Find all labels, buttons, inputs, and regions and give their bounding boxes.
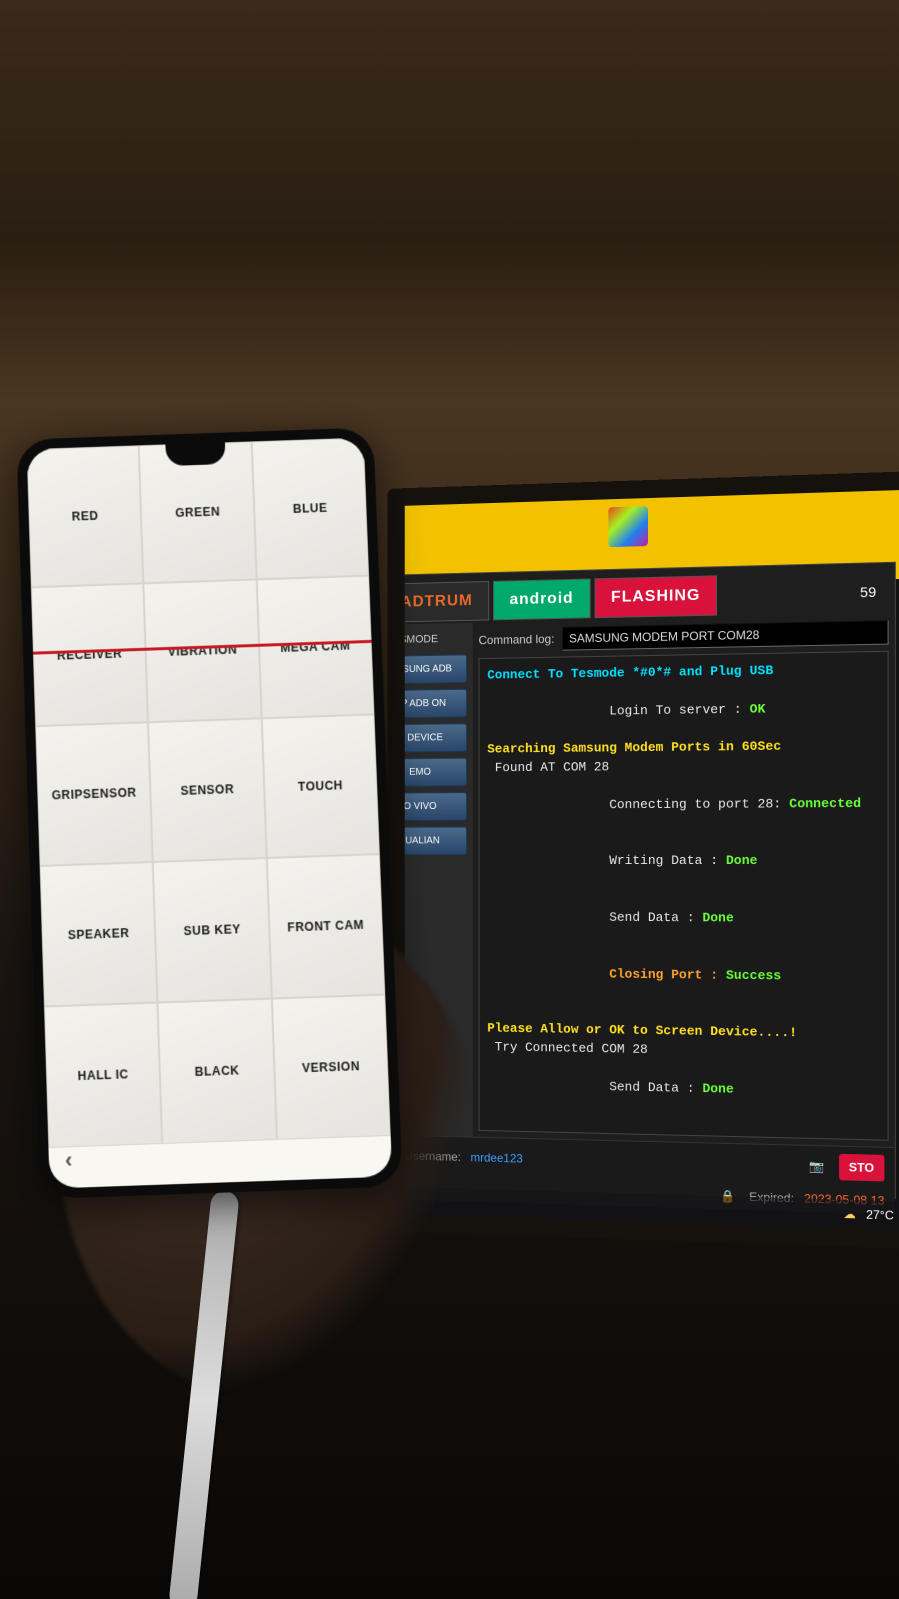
test-gripsensor[interactable]: GRIPSENSOR — [35, 722, 153, 866]
btn-samsung-adb[interactable]: AMSUNG ADB — [405, 654, 467, 684]
btn-to-device[interactable]: O DEVICE — [405, 723, 467, 752]
weather-icon — [843, 1207, 859, 1222]
stop-button[interactable]: STO — [839, 1153, 885, 1181]
command-log-label: Command log: — [479, 632, 555, 647]
command-log-port[interactable] — [562, 620, 888, 651]
btn-frp-adb-on[interactable]: RP ADB ON — [405, 689, 467, 719]
log-line: Send Data : Done — [487, 890, 879, 949]
test-receiver[interactable]: RECEIVER — [31, 583, 148, 726]
test-red[interactable]: RED — [27, 445, 144, 587]
log-line: Writing Data : Done — [487, 833, 879, 891]
winrar-icon[interactable] — [608, 506, 648, 547]
smartphone-device: RED GREEN BLUE RECEIVER VIBRATION MEGA C… — [16, 427, 402, 1199]
log-panel: Command log: Connect To Tesmode *#0*# an… — [473, 614, 895, 1147]
weather-temp: 27°C — [866, 1207, 894, 1222]
log-line: Closing Port : Success — [487, 945, 879, 1006]
log-line: Connecting to port 28: Connected — [487, 775, 879, 834]
tab-android[interactable]: android — [493, 578, 590, 620]
btn-to-vivo[interactable]: O VIVO — [405, 792, 467, 821]
btn-jualian[interactable]: JUALIAN — [405, 827, 467, 856]
log-line: Login To server : OK — [487, 679, 879, 741]
tab-counter: 59 — [860, 583, 889, 600]
back-chevron-icon[interactable]: ‹ — [65, 1147, 73, 1174]
hw-test-grid: RED GREEN BLUE RECEIVER VIBRATION MEGA C… — [27, 438, 393, 1189]
tab-flashing[interactable]: FLASHING — [594, 575, 717, 618]
photo-scene: EADTRUM android FLASHING 59 G TESMODE AM… — [0, 0, 899, 1599]
phone-screen[interactable]: RED GREEN BLUE RECEIVER VIBRATION MEGA C… — [27, 438, 393, 1189]
camera-icon[interactable] — [809, 1159, 828, 1174]
test-front-cam[interactable]: FRONT CAM — [266, 854, 385, 999]
test-blue[interactable]: BLUE — [251, 438, 369, 580]
test-version[interactable]: VERSION — [272, 995, 391, 1140]
test-hall-ic[interactable]: HALL IC — [44, 1003, 163, 1148]
log-output[interactable]: Connect To Tesmode *#0*# and Plug USB Lo… — [479, 651, 889, 1141]
desktop-background: EADTRUM android FLASHING 59 G TESMODE AM… — [405, 490, 899, 1230]
test-touch[interactable]: TOUCH — [261, 714, 379, 858]
test-vibration[interactable]: VIBRATION — [144, 579, 262, 722]
btn-demo[interactable]: EMO — [405, 758, 467, 787]
test-black[interactable]: BLACK — [158, 999, 277, 1144]
flashing-tool-window: EADTRUM android FLASHING 59 G TESMODE AM… — [405, 562, 896, 1199]
test-mega-cam[interactable]: MEGA CAM — [256, 576, 374, 719]
tab-spreadtrum[interactable]: EADTRUM — [405, 581, 489, 623]
side-section-label: G TESMODE — [405, 629, 467, 650]
test-speaker[interactable]: SPEAKER — [40, 862, 158, 1007]
test-sensor[interactable]: SENSOR — [148, 718, 266, 862]
test-sub-key[interactable]: SUB KEY — [153, 858, 271, 1003]
log-line: Send Data : Done — [487, 1057, 879, 1122]
